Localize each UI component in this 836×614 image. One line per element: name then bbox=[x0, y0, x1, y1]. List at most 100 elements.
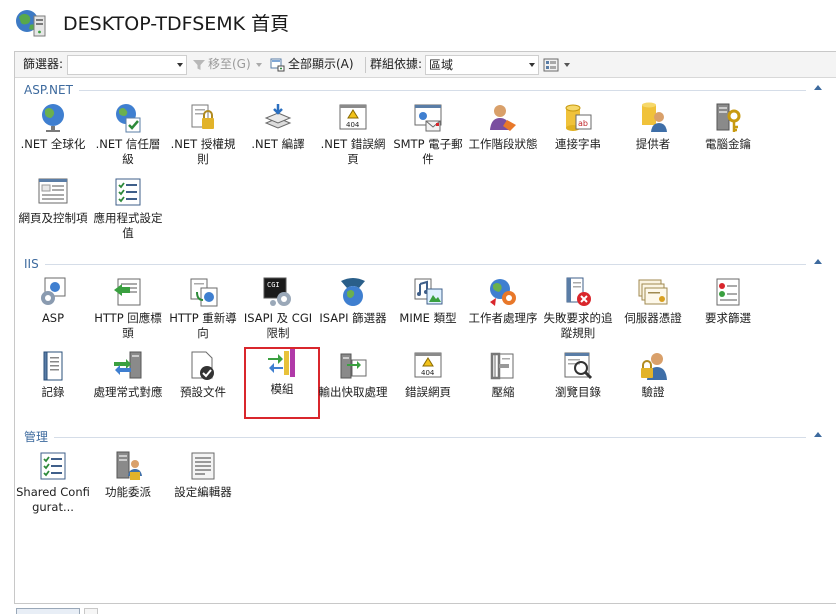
section-title: 管理 bbox=[24, 429, 55, 445]
request-filter-icon bbox=[716, 278, 740, 306]
feature-tile-shared-configuration[interactable]: Shared Configurat... bbox=[15, 450, 91, 522]
collapse-up-icon[interactable] bbox=[814, 85, 822, 90]
feature-tile-configuration-editor[interactable]: 設定編輯器 bbox=[165, 450, 241, 522]
default-document-icon bbox=[191, 351, 214, 380]
directory-browsing-icon bbox=[564, 352, 593, 380]
filter-label: 篩選器: bbox=[23, 57, 64, 71]
page-controls-icon bbox=[38, 178, 68, 204]
chevron-down-icon bbox=[564, 62, 570, 67]
feature-tile-pages-and-controls[interactable]: 網頁及控制項 bbox=[15, 176, 91, 248]
section-divider bbox=[24, 264, 806, 265]
logging-icon bbox=[43, 351, 63, 381]
lock-document-icon bbox=[191, 104, 214, 129]
certificate-icon bbox=[638, 279, 668, 305]
cgi-console-icon: CGI bbox=[263, 277, 291, 306]
feature-tile-isapi-cgi-restrictions[interactable]: CGI ISAPI 及 CGI 限制 bbox=[240, 276, 316, 348]
page-title: DESKTOP-TDFSEMK 首頁 bbox=[63, 13, 290, 35]
view-mode-button[interactable] bbox=[543, 52, 570, 77]
redirect-icon bbox=[190, 278, 218, 307]
error-pages-icon: 404 bbox=[414, 352, 442, 378]
server-globe-icon bbox=[16, 10, 46, 37]
filter-input[interactable] bbox=[67, 55, 187, 75]
compression-icon bbox=[490, 352, 514, 380]
show-all-button[interactable]: 全部顯示(A) bbox=[270, 52, 354, 77]
feature-tile-net-globalization[interactable]: .NET 全球化 bbox=[15, 102, 91, 174]
feature-tile-output-caching[interactable]: 輸出快取處理 bbox=[315, 350, 391, 422]
content-view-tab[interactable] bbox=[84, 608, 98, 614]
feature-tile-net-trust-levels[interactable]: .NET 信任層級 bbox=[90, 102, 166, 174]
feature-tile-http-redirect[interactable]: HTTP 重新導向 bbox=[165, 276, 241, 348]
failed-trace-icon bbox=[566, 277, 591, 306]
feature-tile-connection-strings[interactable]: ab 連接字串 bbox=[540, 102, 616, 174]
feature-tile-request-filtering[interactable]: 要求篩選 bbox=[690, 276, 766, 348]
settings-list-icon bbox=[115, 178, 141, 206]
feature-tile-handler-mappings[interactable]: 處理常式對應 bbox=[90, 350, 166, 422]
config-editor-icon bbox=[191, 452, 215, 480]
collapse-up-icon[interactable] bbox=[814, 432, 822, 437]
feature-tile-session-state[interactable]: 工作階段狀態 bbox=[465, 102, 541, 174]
section-header-management[interactable]: 管理 bbox=[24, 429, 822, 445]
feature-tile-authentication[interactable]: 驗證 bbox=[615, 350, 691, 422]
section-header-iis[interactable]: IIS bbox=[24, 256, 822, 272]
smtp-mail-icon bbox=[414, 104, 442, 132]
feature-tile-asp[interactable]: ASP bbox=[15, 276, 91, 348]
feature-tile-providers[interactable]: 提供者 bbox=[615, 102, 691, 174]
machine-key-icon bbox=[716, 103, 741, 132]
feature-tile-smtp-email[interactable]: SMTP 電子郵件 bbox=[390, 102, 466, 174]
chevron-down-icon bbox=[255, 62, 262, 67]
feature-tile-error-pages[interactable]: 404 錯誤網頁 bbox=[390, 350, 466, 422]
features-panel: 篩選器: 移至(G) 全部顯示(A) 群組依據: 區域 ASP.NET IIS … bbox=[14, 51, 836, 604]
feature-tile-compression[interactable]: 壓縮 bbox=[465, 350, 541, 422]
group-by-label: 群組依據: bbox=[370, 57, 423, 71]
asp-gear-icon bbox=[41, 277, 66, 305]
feature-tile-application-settings[interactable]: 應用程式設定值 bbox=[90, 176, 166, 248]
trust-globe-icon bbox=[116, 104, 141, 133]
svg-text:ab: ab bbox=[578, 119, 588, 128]
feature-tile-modules[interactable]: 模組 bbox=[244, 347, 320, 419]
feature-tile-machine-key[interactable]: 電腦金鑰 bbox=[690, 102, 766, 174]
funnel-icon bbox=[193, 59, 205, 70]
feature-tile-mime-types[interactable]: MIME 類型 bbox=[390, 276, 466, 348]
provider-icon bbox=[642, 102, 667, 132]
group-by-select[interactable]: 區域 bbox=[425, 55, 539, 75]
show-all-icon bbox=[270, 58, 285, 71]
feature-tile-net-compilation[interactable]: .NET 編譯 bbox=[240, 102, 316, 174]
feature-tile-feature-delegation[interactable]: 功能委派 bbox=[90, 450, 166, 522]
view-tabs-strip bbox=[0, 606, 836, 614]
section-divider bbox=[24, 437, 806, 438]
compile-layers-icon bbox=[264, 104, 292, 129]
shared-config-icon bbox=[40, 452, 66, 480]
output-cache-icon bbox=[340, 353, 367, 379]
feature-tile-http-response-headers[interactable]: HTTP 回應標頭 bbox=[90, 276, 166, 348]
page-header: DESKTOP-TDFSEMK 首頁 bbox=[0, 0, 836, 42]
svg-text:404: 404 bbox=[346, 121, 360, 129]
feature-tile-net-authorization-rules[interactable]: .NET 授權規則 bbox=[165, 102, 241, 174]
feature-tile-default-document[interactable]: 預設文件 bbox=[165, 350, 241, 422]
worker-process-icon bbox=[490, 279, 516, 306]
feature-tile-worker-processes[interactable]: 工作者處理序 bbox=[465, 276, 541, 348]
filter-toolbar: 篩選器: 移至(G) 全部顯示(A) 群組依據: 區域 bbox=[15, 52, 836, 78]
http-headers-icon bbox=[114, 278, 141, 306]
chevron-down-icon bbox=[529, 63, 535, 67]
feature-tile-net-error-pages[interactable]: 404 .NET 錯誤網頁 bbox=[315, 102, 391, 174]
feature-tile-failed-request-tracing[interactable]: 失敗要求的追蹤規則 bbox=[540, 276, 616, 348]
go-button[interactable]: 移至(G) bbox=[192, 52, 262, 77]
collapse-up-icon[interactable] bbox=[814, 259, 822, 264]
feature-tile-logging[interactable]: 記錄 bbox=[15, 350, 91, 422]
toolbar-separator bbox=[365, 57, 366, 73]
feature-delegation-icon bbox=[116, 451, 142, 480]
database-icon: ab bbox=[565, 104, 592, 131]
view-grid-icon bbox=[543, 58, 559, 71]
section-header-aspnet[interactable]: ASP.NET bbox=[24, 82, 822, 98]
globe-icon bbox=[42, 104, 64, 132]
feature-tile-isapi-filters[interactable]: ISAPI 篩選器 bbox=[315, 276, 391, 348]
authentication-icon bbox=[641, 353, 667, 380]
feature-tile-server-certificates[interactable]: 伺服器憑證 bbox=[615, 276, 691, 348]
session-user-icon bbox=[490, 105, 516, 131]
modules-icon bbox=[268, 349, 295, 377]
feature-tile-directory-browsing[interactable]: 瀏覽目錄 bbox=[540, 350, 616, 422]
section-title: IIS bbox=[24, 256, 45, 272]
mime-icon bbox=[414, 278, 443, 305]
features-view-tab[interactable] bbox=[16, 608, 80, 614]
filter-icon bbox=[341, 278, 365, 306]
